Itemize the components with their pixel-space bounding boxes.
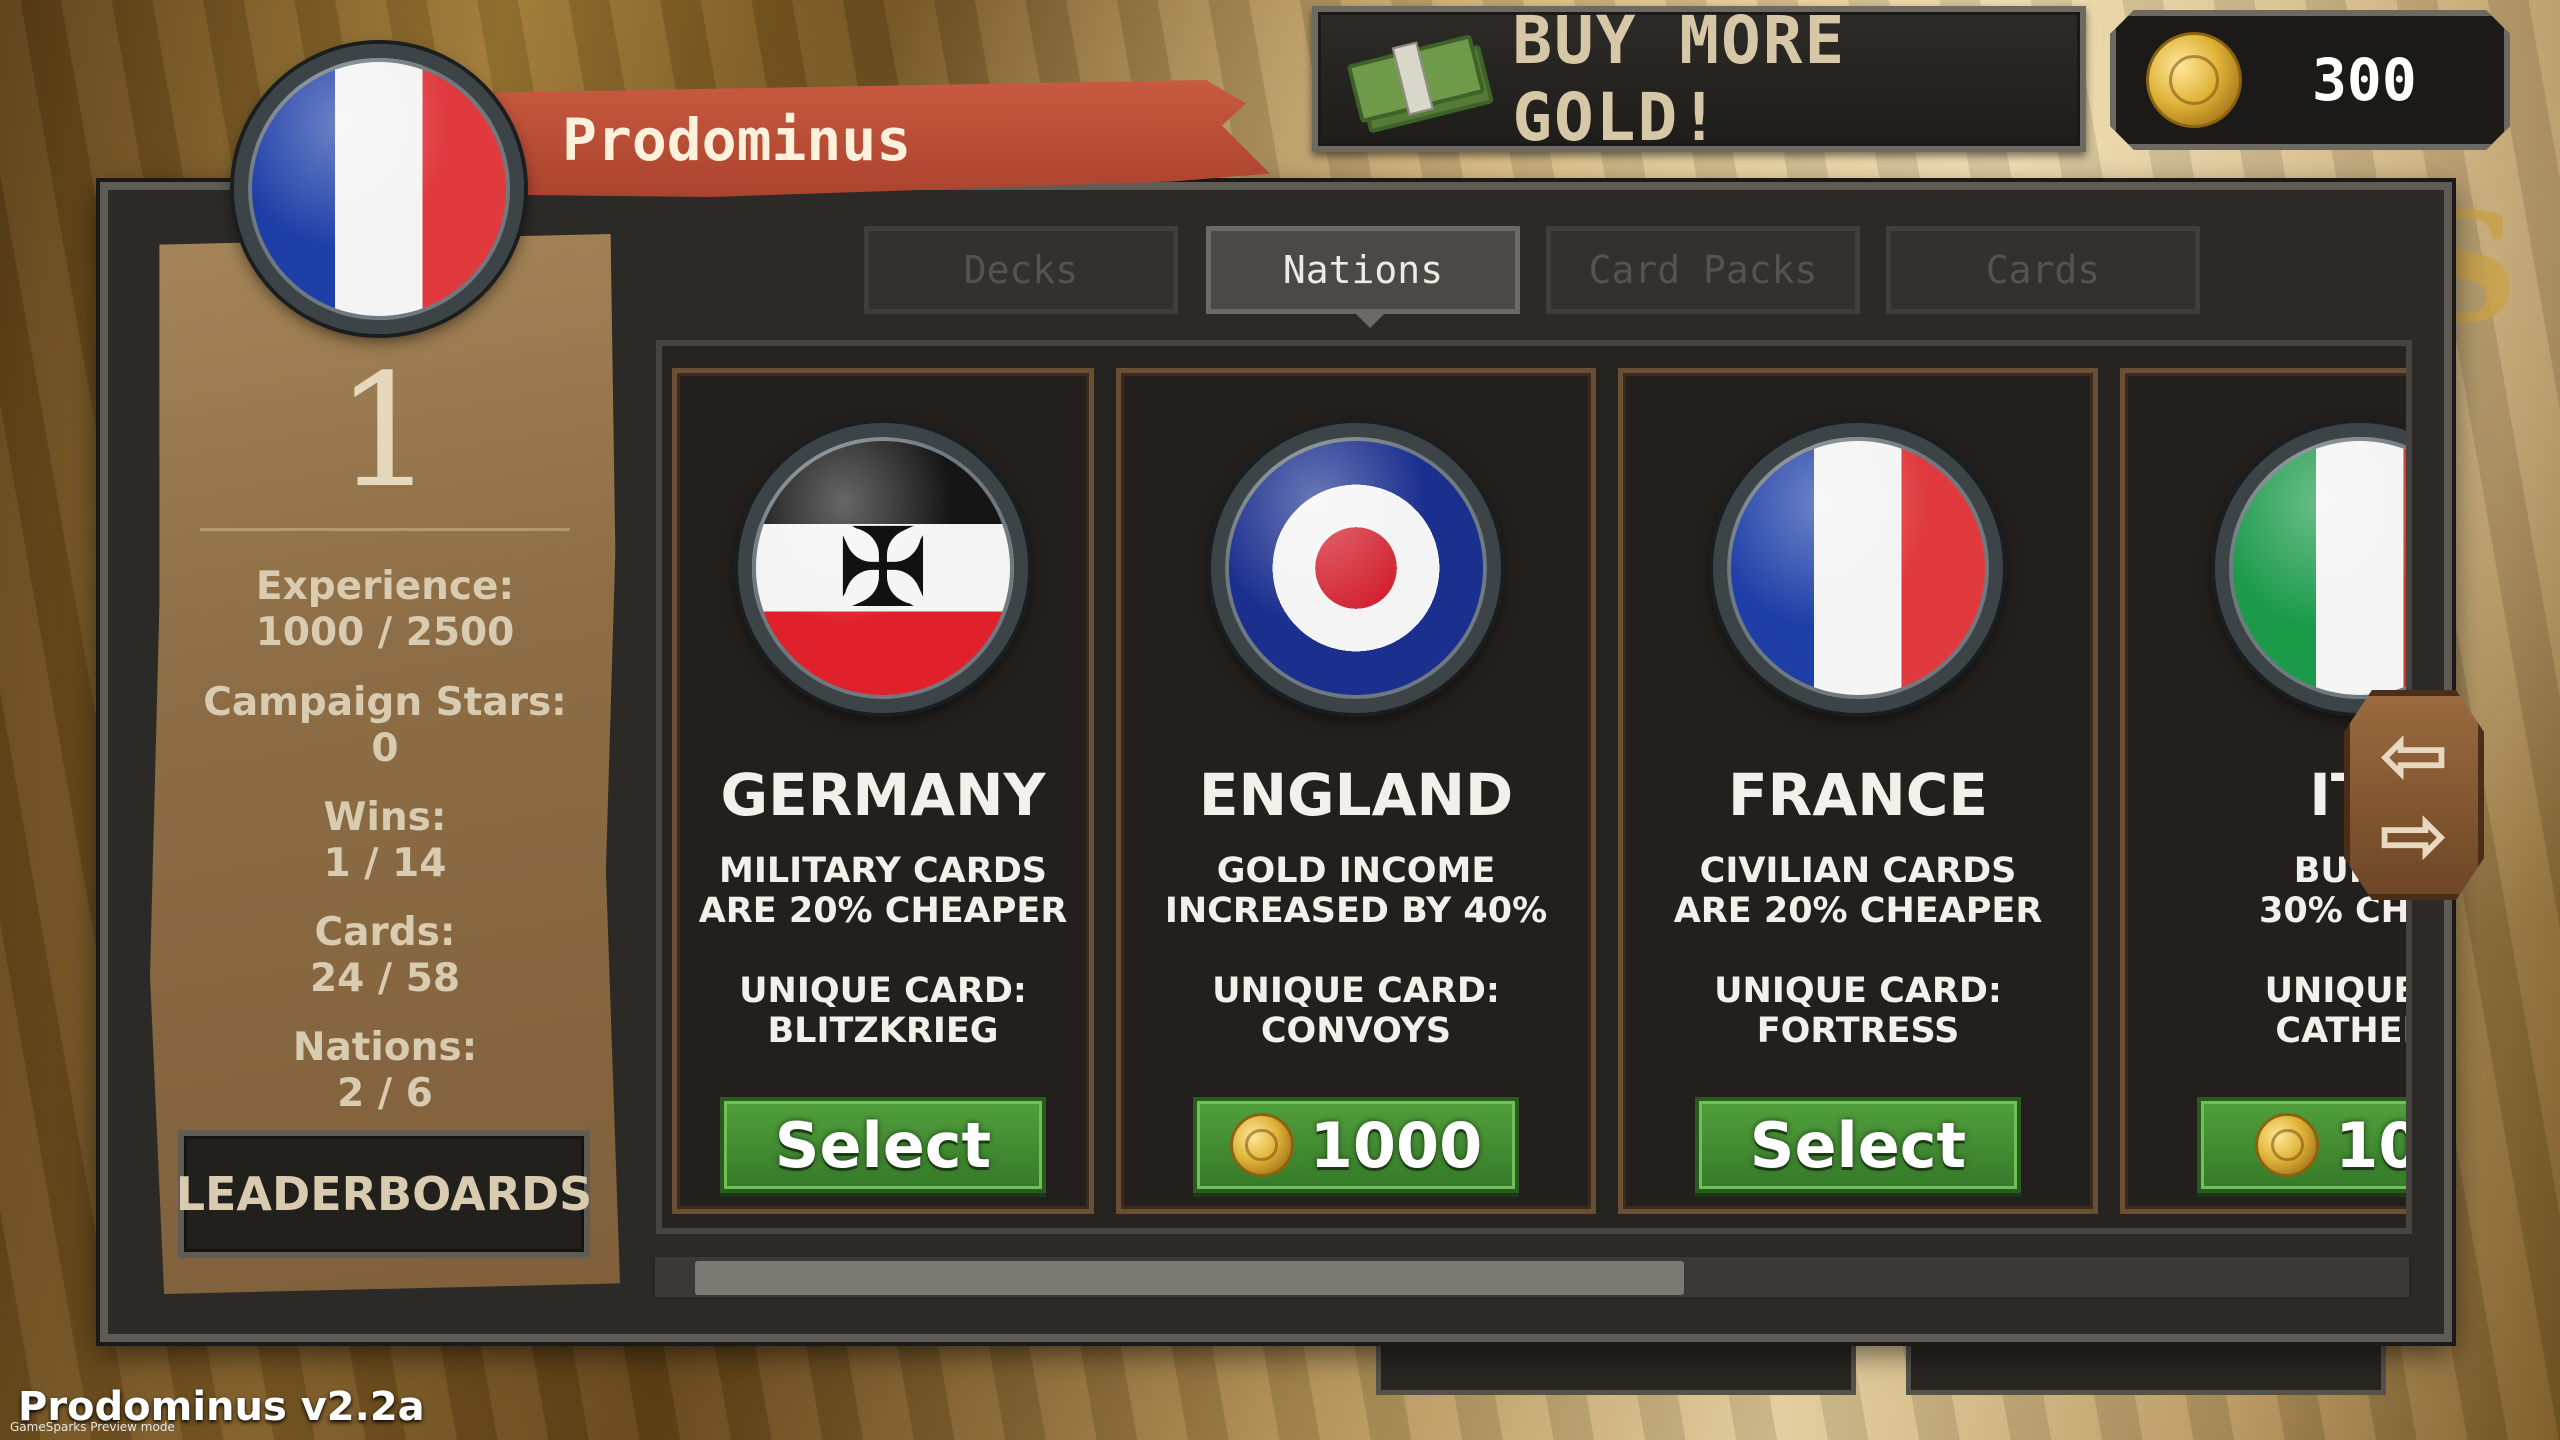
tab-label: Cards <box>1985 248 2101 292</box>
select-button[interactable]: Select <box>720 1097 1046 1193</box>
nation-unique-card: UNIQUE CARD: FORTRESS <box>1714 971 2002 1051</box>
price-label: 1000 <box>1309 1108 1483 1182</box>
rank-divider <box>200 528 570 531</box>
nation-name: ENGLAND <box>1198 761 1514 829</box>
stat-label: Campaign Stars: <box>203 680 567 725</box>
nation-list-scrollbar[interactable] <box>652 1254 2412 1300</box>
buy-more-gold-label: BUY MORE GOLD! <box>1512 2 1847 156</box>
nation-name: GERMANY <box>720 761 1046 829</box>
nation-bonus: GOLD INCOME INCREASED BY 40% <box>1164 851 1548 931</box>
scrollbar-thumb[interactable] <box>695 1261 1684 1295</box>
stat-label: Wins: <box>323 795 447 840</box>
stat-value: 0 <box>371 726 399 771</box>
tab-card-packs[interactable]: Card Packs <box>1546 226 1860 314</box>
price-label: 100 <box>2335 1108 2406 1182</box>
stat-label: Nations: <box>292 1025 478 1070</box>
select-button-label: Select <box>774 1108 992 1182</box>
nation-unique-card: UNIQUE CARD: BLITZKRIEG <box>739 971 1027 1051</box>
buy-nation-button[interactable]: 100 <box>2197 1097 2406 1193</box>
tab-cards[interactable]: Cards <box>1886 226 2200 314</box>
nation-card-france[interactable]: FRANCE CIVILIAN CARDS ARE 20% CHEAPER UN… <box>1618 368 2098 1214</box>
active-tab-pointer <box>1354 312 1386 328</box>
arrow-right-icon: ⇨ <box>2378 786 2450 884</box>
stat-value: 1000 / 2500 <box>255 610 515 655</box>
gold-balance: 300 <box>2110 10 2510 150</box>
tab-label: Decks <box>963 248 1079 292</box>
profile-name: Prodominus <box>562 106 912 174</box>
arrow-left-icon: ⇦ <box>2378 706 2450 804</box>
nation-card-germany[interactable]: ✠ GERMANY MILITARY CARDS ARE 20% CHEAPER… <box>672 368 1094 1214</box>
stat-label: Experience: <box>255 564 515 609</box>
nation-card-england[interactable]: ENGLAND GOLD INCOME INCREASED BY 40% UNI… <box>1116 368 1596 1214</box>
tab-decks[interactable]: Decks <box>864 226 1178 314</box>
nation-bonus: MILITARY CARDS ARE 20% CHEAPER <box>698 851 1068 931</box>
stat-nations: Nations: 2 / 6 <box>150 1025 620 1117</box>
scroll-arrows-button[interactable]: ⇦ ⇨ <box>2344 690 2484 900</box>
cash-icon <box>1344 25 1495 134</box>
italy-flag-icon <box>2215 423 2406 713</box>
buy-more-gold-button[interactable]: BUY MORE GOLD! <box>1312 2 2086 156</box>
tab-label: Nations <box>1282 248 1444 292</box>
stat-value: 2 / 6 <box>337 1071 433 1116</box>
leaderboards-button[interactable]: LEADERBOARDS <box>175 1130 593 1258</box>
leaderboards-label: LEADERBOARDS <box>175 1167 593 1221</box>
buy-nation-button[interactable]: 1000 <box>1193 1097 1519 1193</box>
select-button-label: Select <box>1749 1108 1967 1182</box>
gold-coin-icon <box>2146 32 2242 128</box>
preview-mode-label: GameSparks Preview mode <box>10 1420 175 1434</box>
stat-campaign-stars: Campaign Stars: 0 <box>150 680 620 772</box>
stat-wins: Wins: 1 / 14 <box>150 795 620 887</box>
raf-roundel-icon <box>1211 423 1501 713</box>
profile-flag-france-icon <box>234 44 524 334</box>
tab-label: Card Packs <box>1588 248 1818 292</box>
nation-bonus: CIVILIAN CARDS ARE 20% CHEAPER <box>1673 851 2043 931</box>
tab-nations[interactable]: Nations <box>1206 226 1520 314</box>
nation-list[interactable]: ✠ GERMANY MILITARY CARDS ARE 20% CHEAPER… <box>656 340 2412 1234</box>
stat-cards: Cards: 24 / 58 <box>150 910 620 1002</box>
stat-label: Cards: <box>314 910 456 955</box>
germany-flag-icon: ✠ <box>738 423 1028 713</box>
select-button[interactable]: Select <box>1695 1097 2021 1193</box>
eagle-icon: ✠ <box>836 504 930 632</box>
gold-coin-icon <box>2255 1113 2320 1177</box>
france-flag-icon <box>1713 423 2003 713</box>
nation-unique-card: UNIQUE CARD: CONVOYS <box>1212 971 1500 1051</box>
stat-experience: Experience: 1000 / 2500 <box>150 564 620 656</box>
stat-value: 1 / 14 <box>323 841 447 886</box>
nation-name: FRANCE <box>1728 761 1988 829</box>
gold-amount: 300 <box>2312 46 2417 114</box>
player-rank: 1 <box>335 340 435 522</box>
gold-coin-icon <box>1229 1113 1294 1177</box>
nation-unique-card: UNIQUE C CATHEDI <box>2264 971 2412 1051</box>
stat-value: 24 / 58 <box>310 956 460 1001</box>
